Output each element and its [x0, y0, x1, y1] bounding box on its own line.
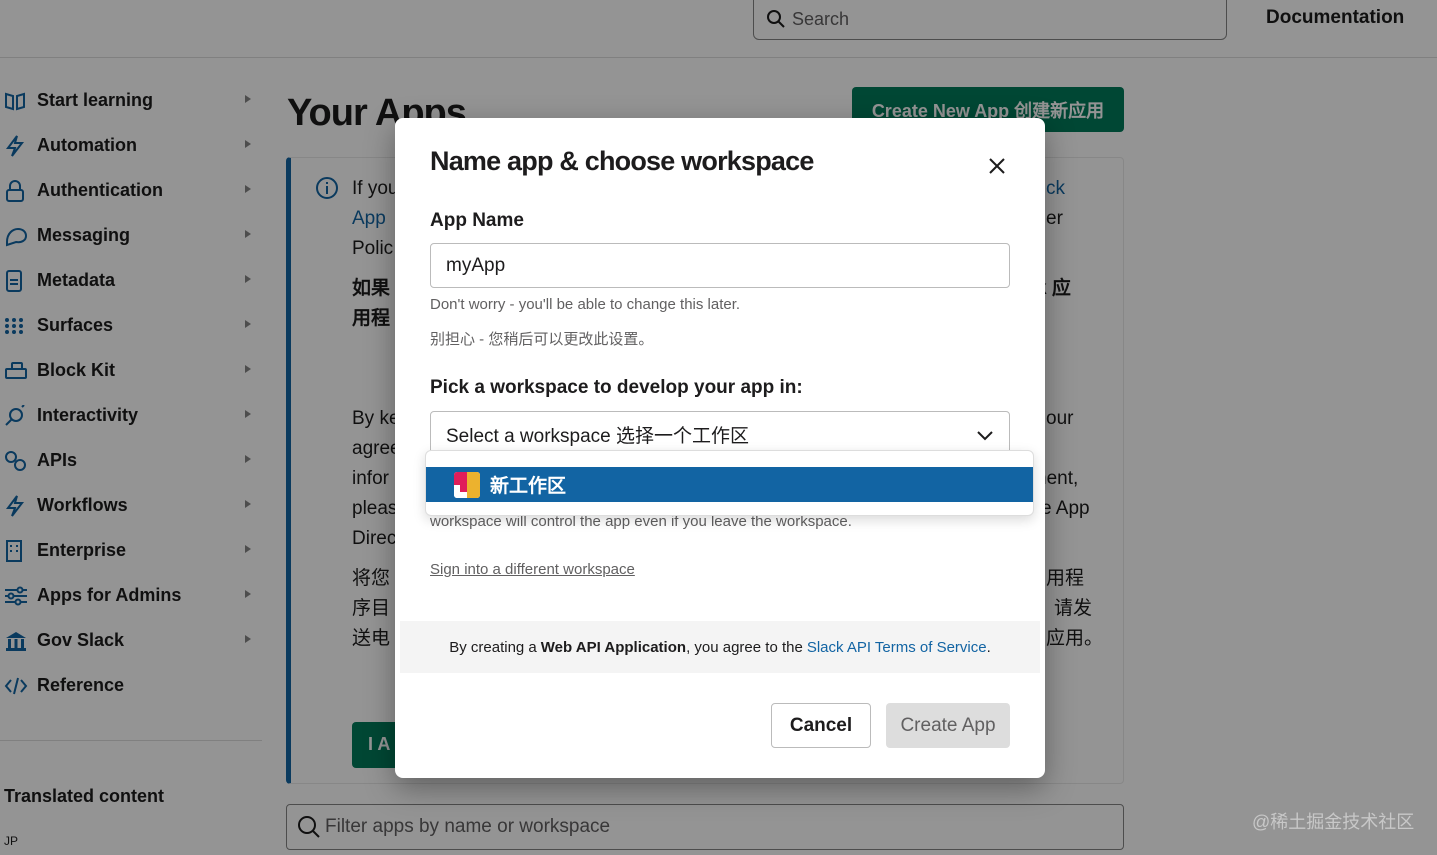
tos-bold: Web API Application: [540, 638, 687, 656]
tos-middle: , you agree to the: [686, 638, 803, 656]
tos-prefix: By creating a: [449, 638, 537, 656]
app-name-hint-zh: 别担心 - 您稍后可以更改此设置。: [430, 331, 654, 348]
sign-into-different-workspace-link[interactable]: Sign into a different workspace: [430, 561, 635, 578]
chevron-down-icon: [977, 431, 993, 441]
workspace-label: Pick a workspace to develop your app in:: [430, 377, 803, 398]
app-name-hint-en: Don't worry - you'll be able to change t…: [430, 296, 741, 313]
modal-title: Name app & choose workspace: [430, 146, 814, 176]
workspace-option-label: 新工作区: [490, 476, 567, 497]
terms-notice: By creating a Web API Application , you …: [400, 621, 1040, 673]
workspace-option[interactable]: 新工作区: [426, 467, 1033, 502]
workspace-dropdown: 新工作区: [425, 450, 1034, 516]
app-name-input[interactable]: [430, 243, 1010, 288]
create-app-button[interactable]: Create App: [886, 703, 1010, 748]
tos-suffix: .: [986, 638, 991, 656]
watermark: @稀土掘金技术社区: [1252, 812, 1415, 832]
workspace-select-value: Select a workspace 选择一个工作区: [446, 425, 750, 447]
close-icon: [989, 158, 1005, 174]
workspace-logo-icon: [454, 471, 480, 498]
cancel-button[interactable]: Cancel: [771, 703, 871, 748]
app-name-label: App Name: [430, 210, 524, 231]
close-button[interactable]: [985, 154, 1009, 178]
terms-of-service-link[interactable]: Slack API Terms of Service: [807, 639, 987, 656]
create-app-modal: Name app & choose workspace App Name Don…: [395, 118, 1045, 778]
